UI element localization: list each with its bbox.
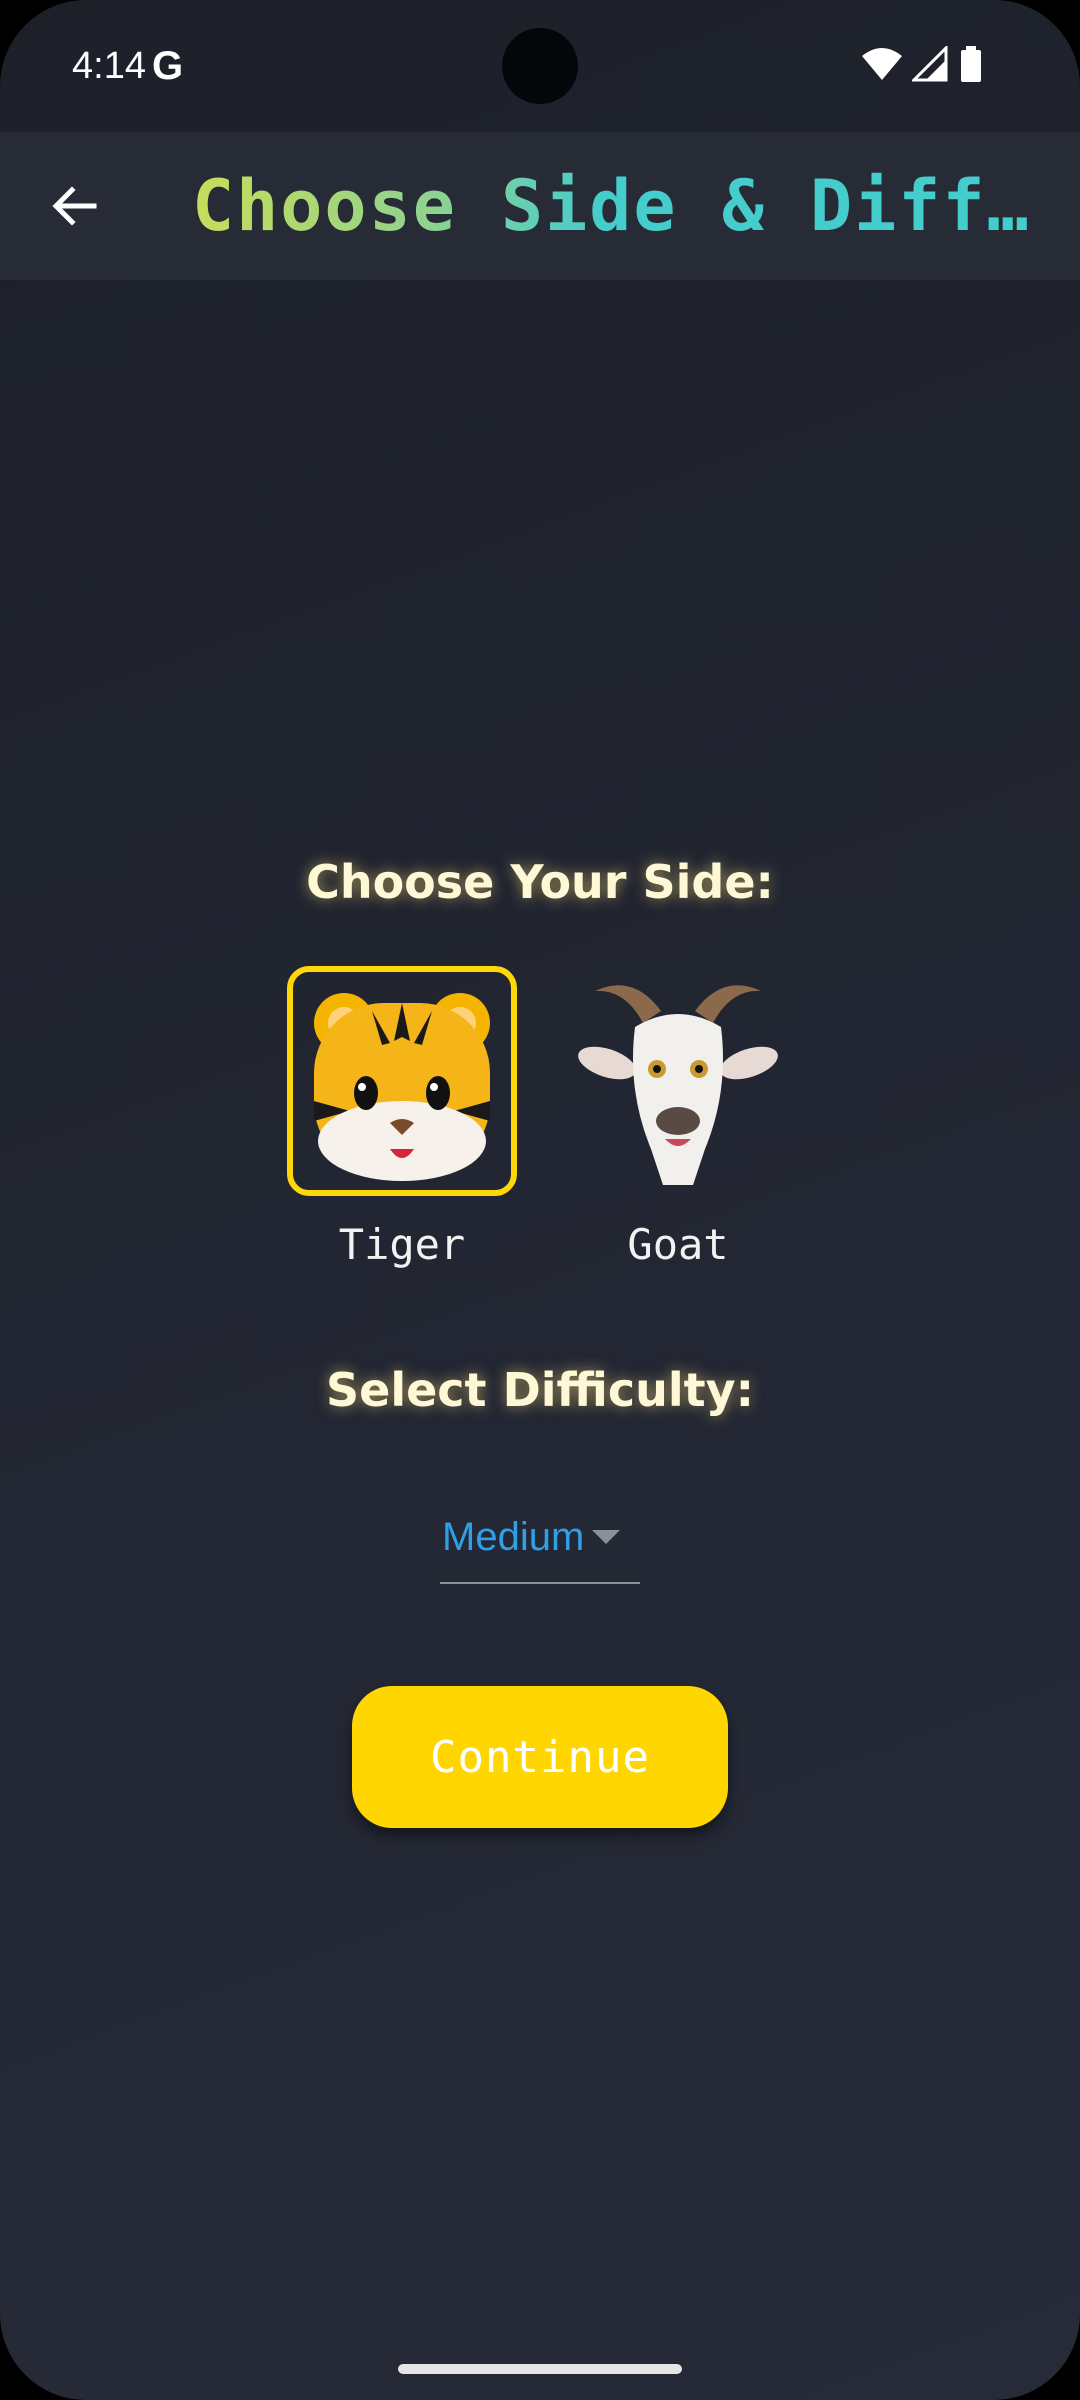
tiger-label: Tiger [338,1220,466,1269]
wifi-icon [862,48,902,80]
continue-button[interactable]: Continue [352,1686,728,1828]
goat-icon [578,985,778,1185]
difficulty-heading: Select Difficulty: [326,1363,754,1417]
status-bar: 4:14 G [0,0,1080,132]
difficulty-dropdown[interactable]: Medium [440,1500,640,1584]
tiger-face-icon [314,993,490,1181]
status-icons [860,46,1010,86]
goat-label: Goat [627,1220,729,1269]
tiger-option[interactable] [287,966,517,1196]
status-time: 4:14 [72,45,146,87]
home-indicator[interactable] [398,2364,682,2374]
cellular-signal-icon [912,46,948,82]
chevron-down-icon [592,1530,620,1544]
screen: 4:14 G Choose Side & Difficulty Choose [0,0,1080,2400]
difficulty-value: Medium [442,1515,585,1559]
camera-cutout [502,28,578,104]
google-icon: G [152,44,184,88]
arrow-left-icon [52,186,97,226]
app-bar: Choose Side & Difficulty [0,132,1080,280]
page-title: Choose Side & Difficulty [192,166,1042,246]
choose-side-heading: Choose Your Side: [306,855,774,909]
goat-option[interactable] [563,966,793,1196]
back-button[interactable] [38,170,110,242]
battery-icon [961,46,981,82]
